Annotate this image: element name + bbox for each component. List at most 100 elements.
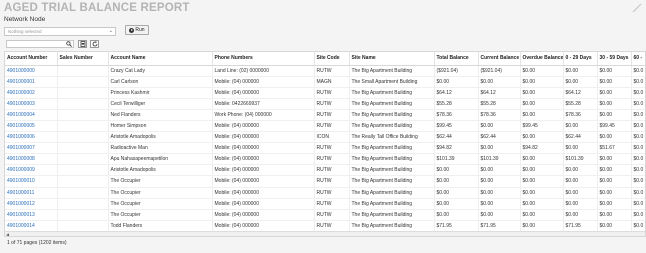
account-number-link[interactable]: 4901000001 (5, 76, 58, 88)
table-row[interactable]: 4901000006 Aristotle Amadopolis Mobile: (0… (5, 131, 645, 144)
table-cell: RUTW (314, 164, 350, 177)
account-number-link[interactable]: 4901000010 (5, 175, 58, 188)
table-cell: $0.00 (478, 187, 521, 199)
table-cell: The Big Apartment Building (349, 175, 435, 188)
table-cell: $0.0 (631, 175, 645, 188)
table-cell: $0.00 (478, 76, 521, 88)
search-icon[interactable] (66, 41, 72, 47)
table-cell: $0.0 (631, 98, 645, 110)
table-cell: $94.82 (434, 142, 479, 155)
table-cell: Mobile: (04) 000000 (212, 209, 315, 221)
table-cell: $64.12 (434, 87, 479, 99)
horizontal-scrollbar[interactable]: ◀ (5, 231, 645, 236)
table-row[interactable]: 4901000009 Aristotle Amadopolis Mobile: (0… (5, 164, 645, 177)
table-cell: $0.00 (520, 131, 564, 144)
table-row[interactable]: 4901000000 Crazy Cat Lady Land Line: (02) … (5, 65, 645, 77)
table-cell: $0.00 (434, 187, 479, 199)
account-number-link[interactable]: 4901000000 (5, 65, 58, 77)
table-row[interactable]: 4901000014 Todd Flanders Mobile: (04) 0000… (5, 220, 645, 232)
run-button[interactable]: Run (125, 25, 149, 35)
account-number-link[interactable]: 4901000005 (5, 120, 58, 133)
account-number-link[interactable]: 4901000004 (5, 109, 58, 121)
pencil-icon[interactable] (632, 3, 642, 13)
table-cell: ($921.04) (478, 65, 521, 77)
table-cell: The Big Apartment Building (349, 164, 435, 177)
table-cell: $0.0 (631, 131, 645, 144)
table-cell: $78.36 (563, 109, 598, 121)
table-cell: $0.0 (631, 153, 645, 166)
table-cell: The Big Apartment Building (349, 153, 435, 166)
account-number-link[interactable]: 4901000014 (5, 220, 58, 232)
column-header[interactable]: Site Name (349, 52, 435, 66)
column-header[interactable]: 30 - 59 Days (597, 52, 632, 66)
table-cell: Mobile: (04) 000000 (212, 120, 315, 133)
table-cell: $0.00 (520, 153, 564, 166)
table-cell: $0.00 (478, 120, 521, 133)
column-header[interactable]: 0 - 29 Days (563, 52, 598, 66)
table-row[interactable]: 4901000012 The Occupier Mobile: (04) 00000… (5, 198, 645, 210)
account-number-link[interactable]: 4901000012 (5, 198, 58, 210)
aged-balance-grid: Account Number Sales Number Account Name Ph… (4, 51, 646, 237)
table-row[interactable]: 4901000013 The Occupier Mobile: (04) 00000… (5, 209, 645, 221)
table-cell: The Occupier (108, 175, 213, 188)
table-cell: Land Line: (02) 0000000 (212, 65, 315, 77)
table-cell: $0.00 (478, 198, 521, 210)
table-cell: Work Phone: (04) 000000 (212, 109, 315, 121)
table-cell: $71.95 (563, 220, 598, 232)
table-cell: Mobile: (04) 000000 (212, 76, 315, 88)
table-row[interactable]: 4901000002 Princess Kashmir Mobile: (04) 0… (5, 87, 645, 99)
table-cell: Mobile: (04) 000000 (212, 87, 315, 99)
table-cell: $78.36 (478, 109, 521, 121)
account-number-link[interactable]: 4901000013 (5, 209, 58, 221)
table-cell (57, 142, 109, 155)
table-row[interactable]: 4901000005 Homer Simpson Mobile: (04) 0000… (5, 120, 645, 133)
table-cell: $0.00 (597, 175, 632, 188)
table-cell: $0.00 (597, 209, 632, 221)
table-cell: RUTW (314, 209, 350, 221)
table-cell (57, 76, 109, 88)
table-cell: $0.00 (563, 142, 598, 155)
table-row[interactable]: 4901000004 Ned Flanders Work Phone: (04) 0… (5, 109, 645, 121)
search-input[interactable] (6, 40, 74, 48)
column-header[interactable]: Account Number (5, 52, 58, 66)
table-cell: $0.00 (434, 209, 479, 221)
table-cell (57, 209, 109, 221)
column-header[interactable]: Total Balance (434, 52, 479, 66)
column-header[interactable]: 60 - (631, 52, 645, 66)
account-number-link[interactable]: 4901000006 (5, 131, 58, 144)
table-row[interactable]: 4901000008 Apu Nahasapeemapetilon Mobile: … (5, 153, 645, 166)
column-header[interactable]: Site Code (314, 52, 350, 66)
table-cell: The Occupier (108, 187, 213, 199)
account-number-link[interactable]: 4901000011 (5, 187, 58, 199)
table-cell: The Big Apartment Building (349, 220, 435, 232)
refresh-button[interactable] (90, 40, 99, 48)
column-header[interactable]: Sales Number (57, 52, 109, 66)
pdf-icon (80, 41, 85, 47)
network-node-select[interactable]: Nothing selected ⌄ (4, 27, 116, 36)
table-row[interactable]: 4901000010 The Occupier Mobile: (04) 00000… (5, 175, 645, 188)
account-number-link[interactable]: 4901000002 (5, 87, 58, 99)
table-row[interactable]: 4901000003 Cecil Terwilliger Mobile: 04226… (5, 98, 645, 110)
table-cell: The Big Apartment Building (349, 209, 435, 221)
chevron-down-icon: ⌄ (108, 28, 113, 34)
table-cell: $0.00 (563, 164, 598, 177)
export-pdf-button[interactable] (78, 40, 87, 48)
table-cell: The Really Tall Office Building (349, 131, 435, 144)
table-cell: MAGN (314, 76, 350, 88)
account-number-link[interactable]: 4901000003 (5, 98, 58, 110)
table-cell: $0.00 (478, 142, 521, 155)
account-number-link[interactable]: 4901000009 (5, 164, 58, 177)
account-number-link[interactable]: 4901000008 (5, 153, 58, 166)
column-header[interactable]: Current Balance (478, 52, 521, 66)
account-number-link[interactable]: 4901000007 (5, 142, 58, 155)
column-header[interactable]: Account Name (108, 52, 213, 66)
column-header[interactable]: Phone Numbers (212, 52, 315, 66)
table-row[interactable]: 4901000007 Radioactive Man Mobile: (04) 00… (5, 142, 645, 155)
table-cell: $62.44 (563, 131, 598, 144)
table-row[interactable]: 4901000011 The Occupier Mobile: (04) 00000… (5, 187, 645, 199)
table-cell: $0.00 (563, 65, 598, 77)
scroll-left-icon[interactable]: ◀ (6, 232, 9, 236)
column-header[interactable]: Overdue Balance (520, 52, 564, 66)
table-row[interactable]: 4901000001 Carl Carlson Mobile: (04) 00000… (5, 76, 645, 88)
table-cell: $0.0 (631, 76, 645, 88)
